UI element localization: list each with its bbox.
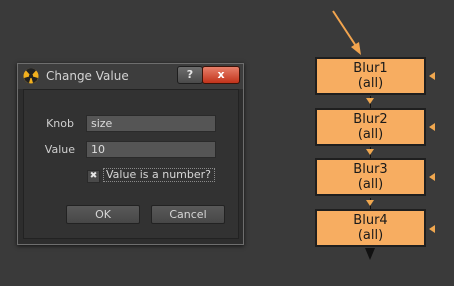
mask-input-icon[interactable] (429, 123, 435, 131)
node-blur2[interactable]: Blur2 (all) (315, 108, 426, 146)
close-button[interactable]: x (202, 66, 240, 84)
mask-input-icon[interactable] (429, 225, 435, 233)
node-name: Blur4 (353, 213, 388, 228)
node-blur3[interactable]: Blur3 (all) (315, 158, 426, 196)
dialog-body: Knob size Value 10 ✖ Value is a number? … (23, 89, 239, 239)
value-is-number-checkbox[interactable]: ✖ (87, 170, 100, 183)
node-name: Blur2 (353, 112, 388, 127)
node-channels: (all) (357, 228, 384, 243)
input-arrow-icon (366, 98, 374, 104)
value-is-number-label[interactable]: Value is a number? (103, 168, 215, 182)
cancel-button[interactable]: Cancel (151, 205, 225, 224)
node-name: Blur1 (353, 61, 388, 76)
node-channels: (all) (357, 76, 384, 91)
dialog-title: Change Value (46, 69, 129, 83)
nuke-app-icon (23, 68, 39, 84)
node-channels: (all) (357, 177, 384, 192)
knob-label: Knob (46, 117, 74, 130)
node-channels: (all) (357, 127, 384, 142)
ok-button[interactable]: OK (66, 205, 140, 224)
mask-input-icon[interactable] (429, 72, 435, 80)
change-value-dialog: Change Value ? x Knob size Value 10 ✖ Va… (17, 63, 244, 245)
pointer-arrow-icon (332, 10, 361, 55)
value-label: Value (44, 143, 75, 156)
value-field[interactable]: 10 (86, 141, 216, 158)
mask-input-icon[interactable] (429, 173, 435, 181)
node-blur4[interactable]: Blur4 (all) (315, 209, 426, 247)
node-blur1[interactable]: Blur1 (all) (315, 57, 426, 95)
node-name: Blur3 (353, 162, 388, 177)
output-arrow-icon[interactable] (365, 248, 375, 260)
input-arrow-icon (366, 200, 374, 206)
dialog-titlebar[interactable]: Change Value ? x (18, 64, 243, 89)
input-arrow-icon (366, 149, 374, 155)
knob-field[interactable]: size (86, 115, 216, 132)
help-button[interactable]: ? (177, 66, 203, 84)
